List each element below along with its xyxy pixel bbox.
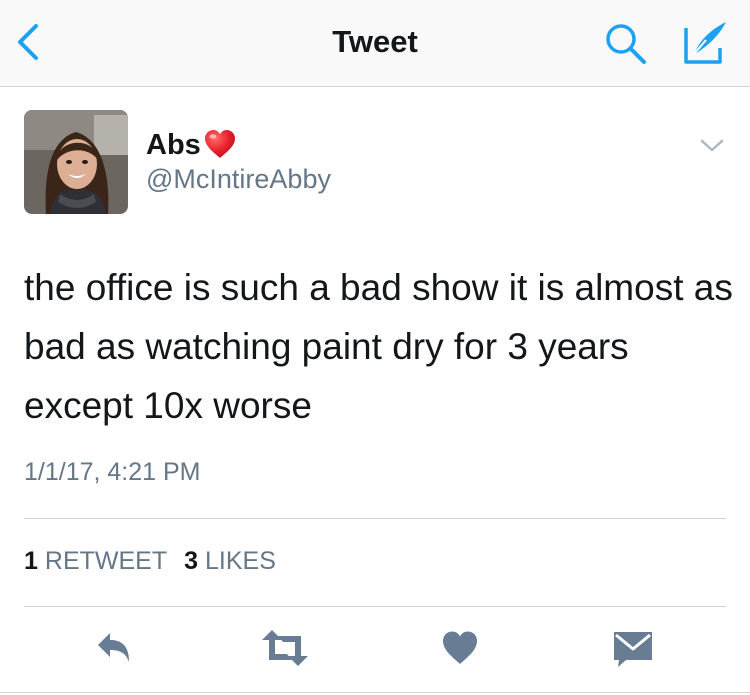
search-icon <box>606 24 646 64</box>
tweet-action-bar <box>0 628 750 668</box>
reply-icon <box>98 633 129 662</box>
retweet-icon <box>262 630 308 666</box>
tweet-options-button[interactable] <box>700 138 724 154</box>
search-button[interactable] <box>604 22 648 66</box>
avatar[interactable] <box>24 110 128 214</box>
compose-tweet-icon <box>684 22 726 64</box>
likes-count: 3 <box>184 547 199 575</box>
chevron-down-icon <box>700 139 724 152</box>
retweets-stat[interactable]: 1 RETWEET <box>24 547 167 576</box>
navigation-bar: Tweet <box>0 0 750 87</box>
tweet-timestamp: 1/1/17, 4:21 PM <box>24 458 201 486</box>
engagement-stats: 1 RETWEET 3 LIKES <box>24 547 293 576</box>
reply-button[interactable] <box>94 628 134 668</box>
likes-stat[interactable]: 3 LIKES <box>184 547 276 576</box>
bottom-divider <box>0 692 750 693</box>
display-name[interactable]: Abs <box>146 129 201 162</box>
profile-photo <box>24 110 128 214</box>
retweets-label: RETWEET <box>44 547 168 575</box>
retweets-count: 1 <box>24 547 38 575</box>
user-handle[interactable]: @McIntireAbby <box>146 164 331 195</box>
compose-button[interactable] <box>680 18 730 68</box>
direct-message-icon <box>614 632 652 667</box>
tweet-text: the office is such a bad show it is almo… <box>24 267 733 426</box>
divider <box>24 606 726 607</box>
like-button[interactable] <box>440 628 480 668</box>
like-icon <box>443 631 477 664</box>
author-name-row[interactable]: Abs <box>146 128 237 162</box>
direct-message-button[interactable] <box>612 628 654 668</box>
likes-label: LIKES <box>205 547 276 575</box>
red-heart-emoji <box>204 130 235 158</box>
divider <box>24 518 726 519</box>
retweet-button[interactable] <box>260 628 310 668</box>
